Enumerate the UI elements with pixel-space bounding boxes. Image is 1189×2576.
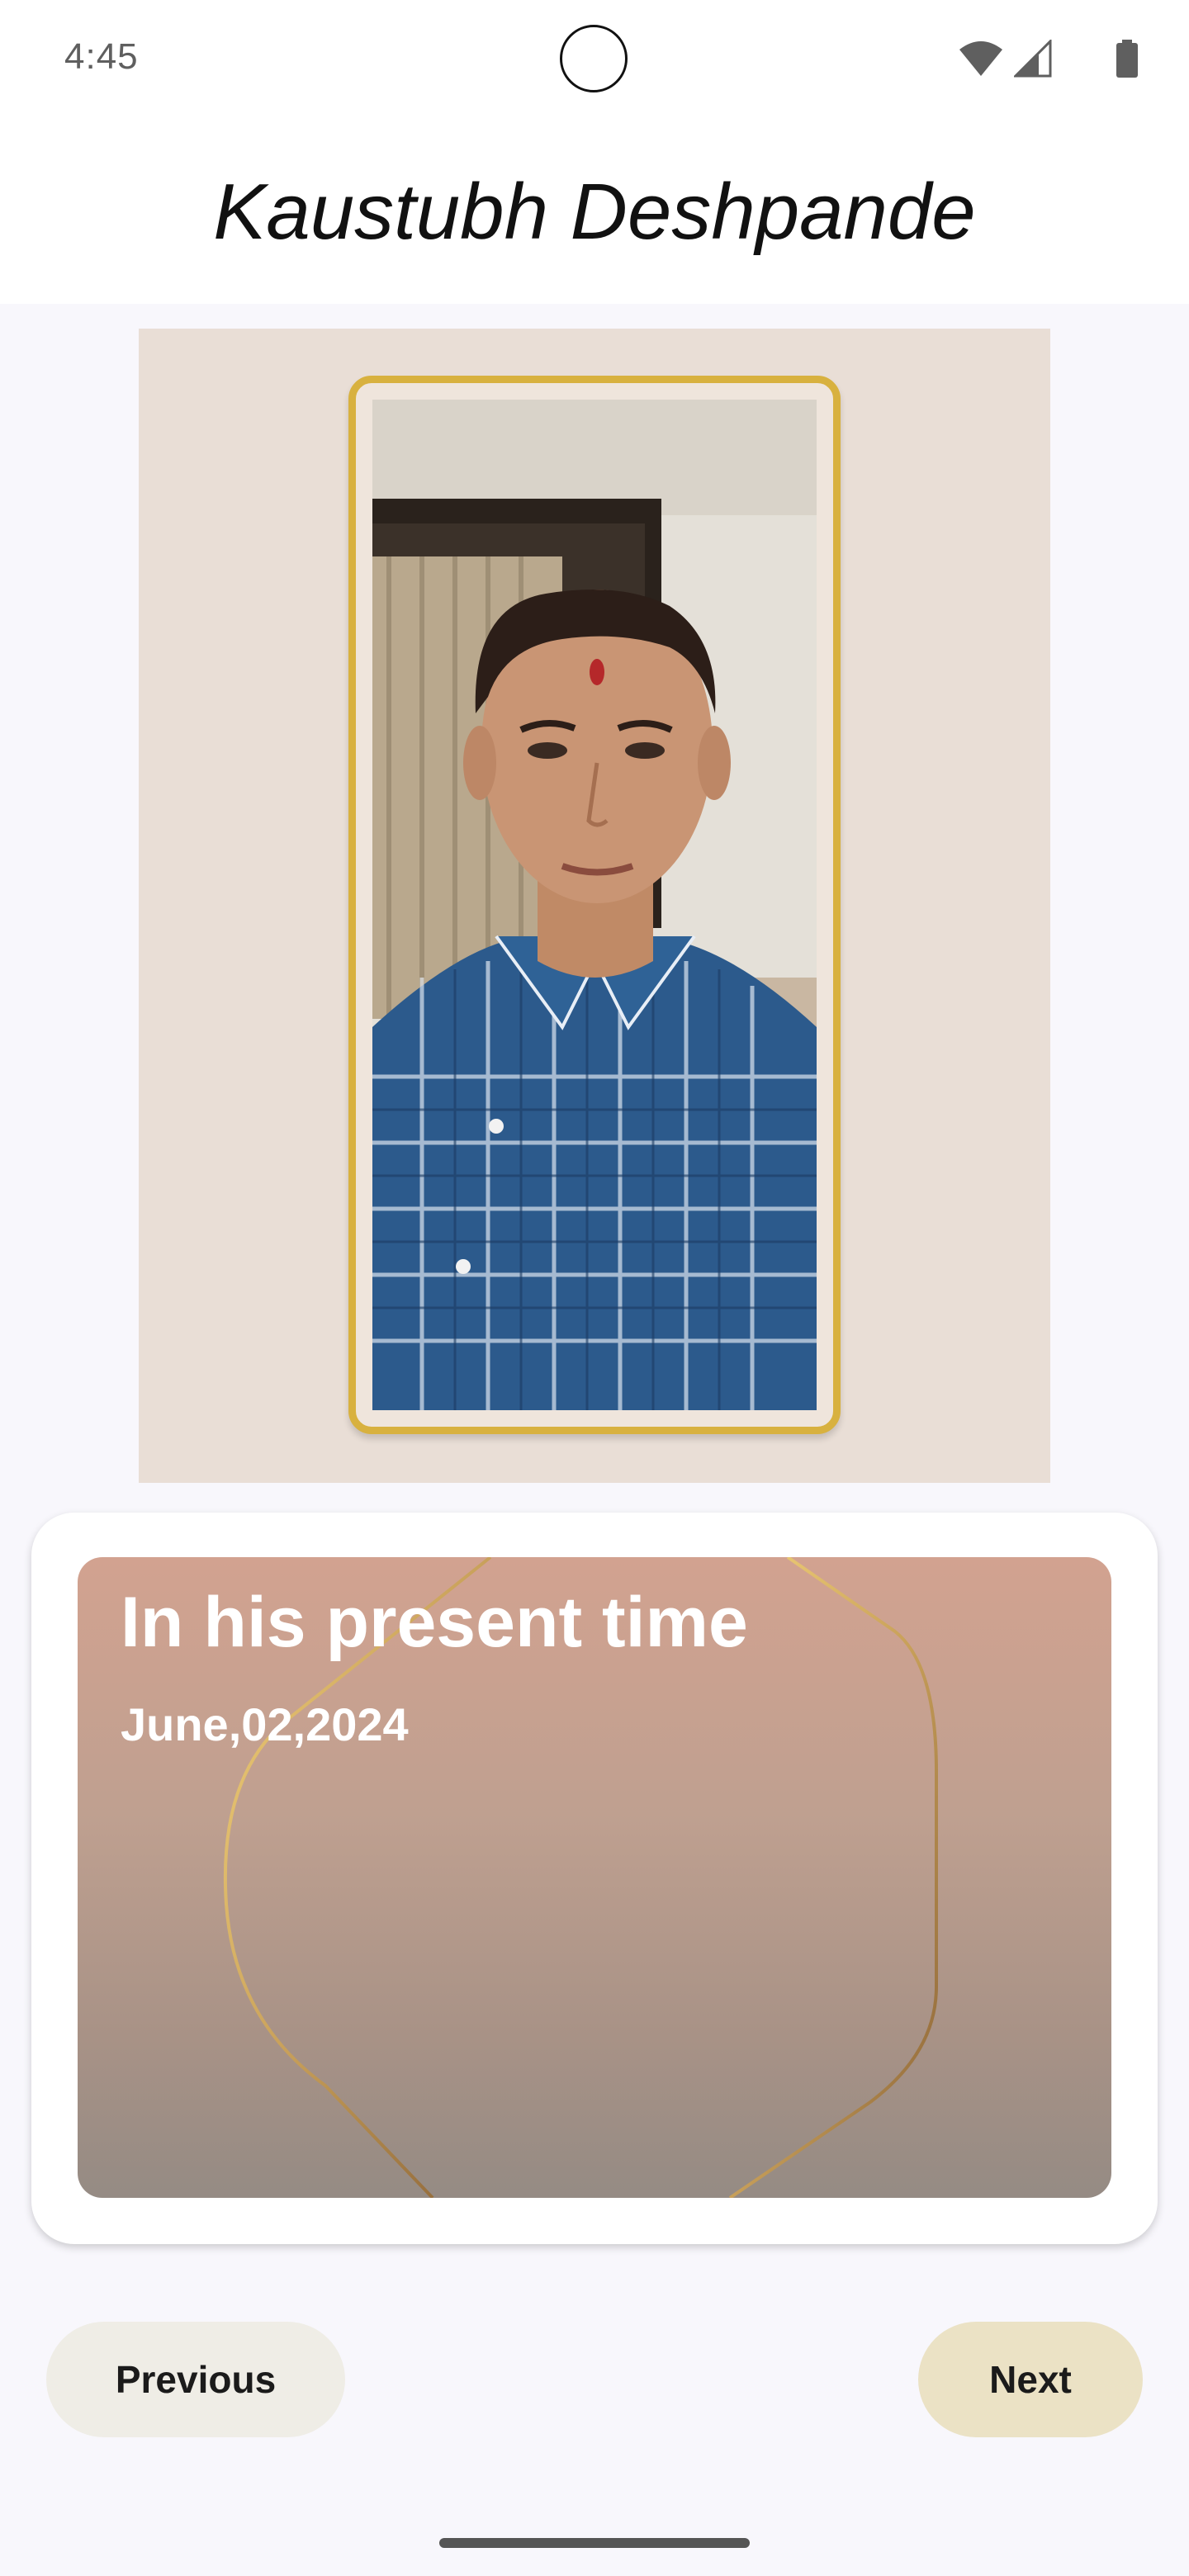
battery-icon: [1116, 40, 1138, 78]
title-bar: Kaustubh Deshpande: [0, 124, 1189, 304]
home-indicator[interactable]: [439, 2538, 750, 2548]
info-date: June,02,2024: [121, 1698, 409, 1750]
page-title: Kaustubh Deshpande: [213, 168, 976, 256]
status-bar: 4:45: [0, 0, 1189, 124]
next-button[interactable]: Next: [918, 2322, 1143, 2437]
camera-cutout: [560, 25, 628, 92]
info-title: In his present time: [121, 1583, 748, 1662]
previous-button[interactable]: Previous: [46, 2322, 345, 2437]
photo-frame: [348, 376, 841, 1434]
status-time: 4:45: [64, 36, 139, 77]
cellular-signal-icon: [1014, 40, 1052, 78]
photo-area: [139, 329, 1050, 1483]
info-card: In his present time June,02,2024: [31, 1513, 1158, 2244]
info-card-banner: In his present time June,02,2024: [78, 1557, 1111, 2198]
wifi-icon: [959, 41, 1002, 76]
profile-photo: [372, 400, 817, 1410]
